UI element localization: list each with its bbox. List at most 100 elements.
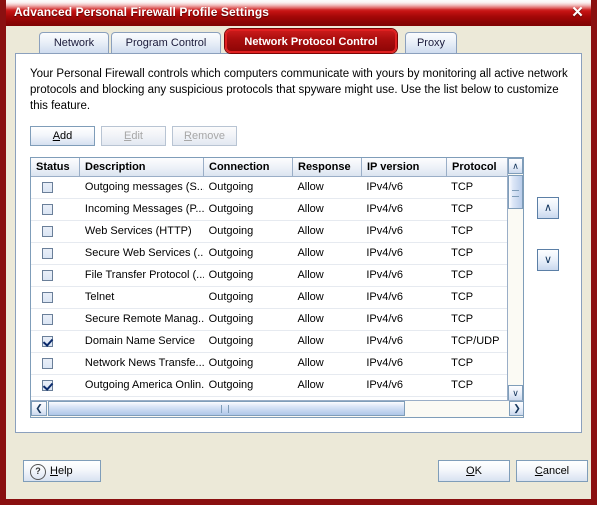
firewall-settings-dialog: Advanced Personal Firewall Profile Setti…: [0, 0, 597, 505]
horizontal-scrollbar[interactable]: ❮ ❯: [31, 400, 523, 417]
row-checkbox[interactable]: [42, 358, 53, 369]
column-header-description[interactable]: Description: [80, 158, 204, 176]
tab-network-protocol-control[interactable]: Network Protocol Control: [225, 29, 397, 53]
add-button-accel: A: [52, 130, 61, 142]
cell-status: [31, 375, 80, 396]
tab-proxy[interactable]: Proxy: [405, 32, 457, 53]
row-checkbox[interactable]: [42, 380, 53, 391]
column-header-status[interactable]: Status: [31, 158, 80, 176]
cell-response: Allow: [297, 357, 324, 369]
edit-button[interactable]: Edit: [101, 126, 166, 146]
help-button-accel: H: [50, 465, 58, 477]
cell-description: Secure Web Services (...: [84, 247, 204, 259]
table-header-row: Status Description Connection Response I…: [31, 158, 523, 177]
table-row[interactable]: Web Services (HTTP) Outgoing Allow IPv4/v6 T…: [31, 221, 508, 243]
row-checkbox[interactable]: [42, 204, 53, 215]
table-row[interactable]: Telnet Outgoing Allow IPv4/v6 TCP: [31, 287, 508, 309]
scroll-left-icon[interactable]: ❮: [31, 401, 47, 416]
ok-button[interactable]: OK: [438, 460, 510, 482]
cell-ip-version: IPv4/v6: [366, 357, 403, 369]
cell-status: [31, 177, 80, 198]
add-button[interactable]: Add: [30, 126, 95, 146]
row-checkbox[interactable]: [42, 226, 53, 237]
cell-response: Allow: [297, 247, 324, 259]
edit-button-label: dit: [131, 130, 143, 142]
cell-description: Incoming Messages (P...: [84, 203, 204, 215]
cell-ip-version: IPv4/v6: [366, 225, 403, 237]
row-checkbox[interactable]: [42, 270, 53, 281]
row-checkbox[interactable]: [42, 182, 53, 193]
row-checkbox[interactable]: [42, 292, 53, 303]
cell-connection: Outgoing: [208, 357, 254, 369]
cell-description: Outgoing America Onlin...: [84, 379, 204, 391]
cell-response: Allow: [297, 181, 324, 193]
tab-network[interactable]: Network: [39, 32, 109, 53]
ok-button-label: K: [474, 465, 482, 477]
vertical-scrollbar[interactable]: ∧ ∨: [507, 158, 523, 401]
cell-response: Allow: [297, 269, 324, 281]
cell-status: [31, 309, 80, 330]
cell-description: Telnet: [84, 291, 115, 303]
table-body: Outgoing messages (S... Outgoing Allow IPv4…: [31, 177, 508, 399]
table-row[interactable]: Outgoing messages (S... Outgoing Allow IPv4…: [31, 177, 508, 199]
cell-protocol: TCP: [451, 291, 474, 303]
column-header-ip-version[interactable]: IP version: [362, 158, 447, 176]
cell-status: [31, 221, 80, 242]
cell-response: Allow: [297, 335, 324, 347]
row-checkbox[interactable]: [42, 336, 53, 347]
cell-status: [31, 265, 80, 286]
close-icon[interactable]: ✕: [568, 3, 587, 22]
table-row[interactable]: File Transfer Protocol (... Outgoing Allow…: [31, 265, 508, 287]
table-row[interactable]: Domain Name Service Outgoing Allow IPv4/v6 T…: [31, 331, 508, 353]
scroll-up-icon[interactable]: ∧: [508, 158, 523, 174]
cell-response: Allow: [297, 313, 324, 325]
column-header-response[interactable]: Response: [293, 158, 362, 176]
cell-description: Domain Name Service: [84, 335, 195, 347]
tab-strip: Network Program Control Network Protocol…: [6, 26, 591, 54]
table-row[interactable]: Network News Transfe... Outgoing Allow IPv4…: [31, 353, 508, 375]
help-button[interactable]: ? Help: [23, 460, 101, 482]
cell-protocol: TCP: [451, 379, 474, 391]
column-header-connection[interactable]: Connection: [204, 158, 293, 176]
window-title: Advanced Personal Firewall Profile Setti…: [14, 5, 270, 19]
cell-response: Allow: [297, 379, 324, 391]
cell-protocol: TCP: [451, 225, 474, 237]
cell-description: File Transfer Protocol (...: [84, 269, 204, 281]
cell-protocol: TCP/UDP: [451, 335, 500, 347]
cell-protocol: TCP: [451, 181, 474, 193]
cell-connection: Outgoing: [208, 291, 254, 303]
scroll-right-icon[interactable]: ❯: [509, 401, 523, 416]
cell-status: [31, 353, 80, 374]
move-up-button[interactable]: ∧: [537, 197, 559, 219]
table-row[interactable]: Outgoing America Onlin... Outgoing Allow IP…: [31, 375, 508, 397]
move-down-button[interactable]: ∨: [537, 249, 559, 271]
cell-ip-version: IPv4/v6: [366, 313, 403, 325]
cell-protocol: TCP: [451, 247, 474, 259]
row-checkbox[interactable]: [42, 248, 53, 259]
horizontal-scroll-thumb[interactable]: [48, 401, 405, 416]
cell-protocol: TCP: [451, 313, 474, 325]
cell-connection: Outgoing: [208, 247, 254, 259]
cell-status: [31, 199, 80, 220]
table-row[interactable]: Secure Remote Manag... Outgoing Allow IPv4/…: [31, 309, 508, 331]
remove-button[interactable]: Remove: [172, 126, 237, 146]
tab-program-control[interactable]: Program Control: [111, 32, 221, 53]
scroll-down-icon[interactable]: ∨: [508, 385, 523, 401]
table-row[interactable]: Secure Web Services (... Outgoing Allow IPv…: [31, 243, 508, 265]
row-checkbox[interactable]: [42, 314, 53, 325]
cell-ip-version: IPv4/v6: [366, 269, 403, 281]
question-mark-icon: ?: [30, 464, 46, 480]
cell-ip-version: IPv4/v6: [366, 181, 403, 193]
vertical-scroll-thumb[interactable]: [508, 175, 523, 209]
add-button-label: dd: [60, 130, 73, 142]
cell-ip-version: IPv4/v6: [366, 335, 403, 347]
ok-button-accel: O: [466, 465, 475, 477]
protocol-table: Status Description Connection Response I…: [30, 157, 524, 418]
cell-ip-version: IPv4/v6: [366, 203, 403, 215]
column-header-protocol[interactable]: Protocol: [447, 158, 509, 176]
remove-button-label: emove: [191, 130, 225, 142]
table-row[interactable]: Incoming Messages (P... Outgoing Allow IPv4…: [31, 199, 508, 221]
cancel-button[interactable]: Cancel: [516, 460, 588, 482]
help-button-label: elp: [57, 465, 73, 477]
panel-description: Your Personal Firewall controls which co…: [30, 68, 568, 112]
